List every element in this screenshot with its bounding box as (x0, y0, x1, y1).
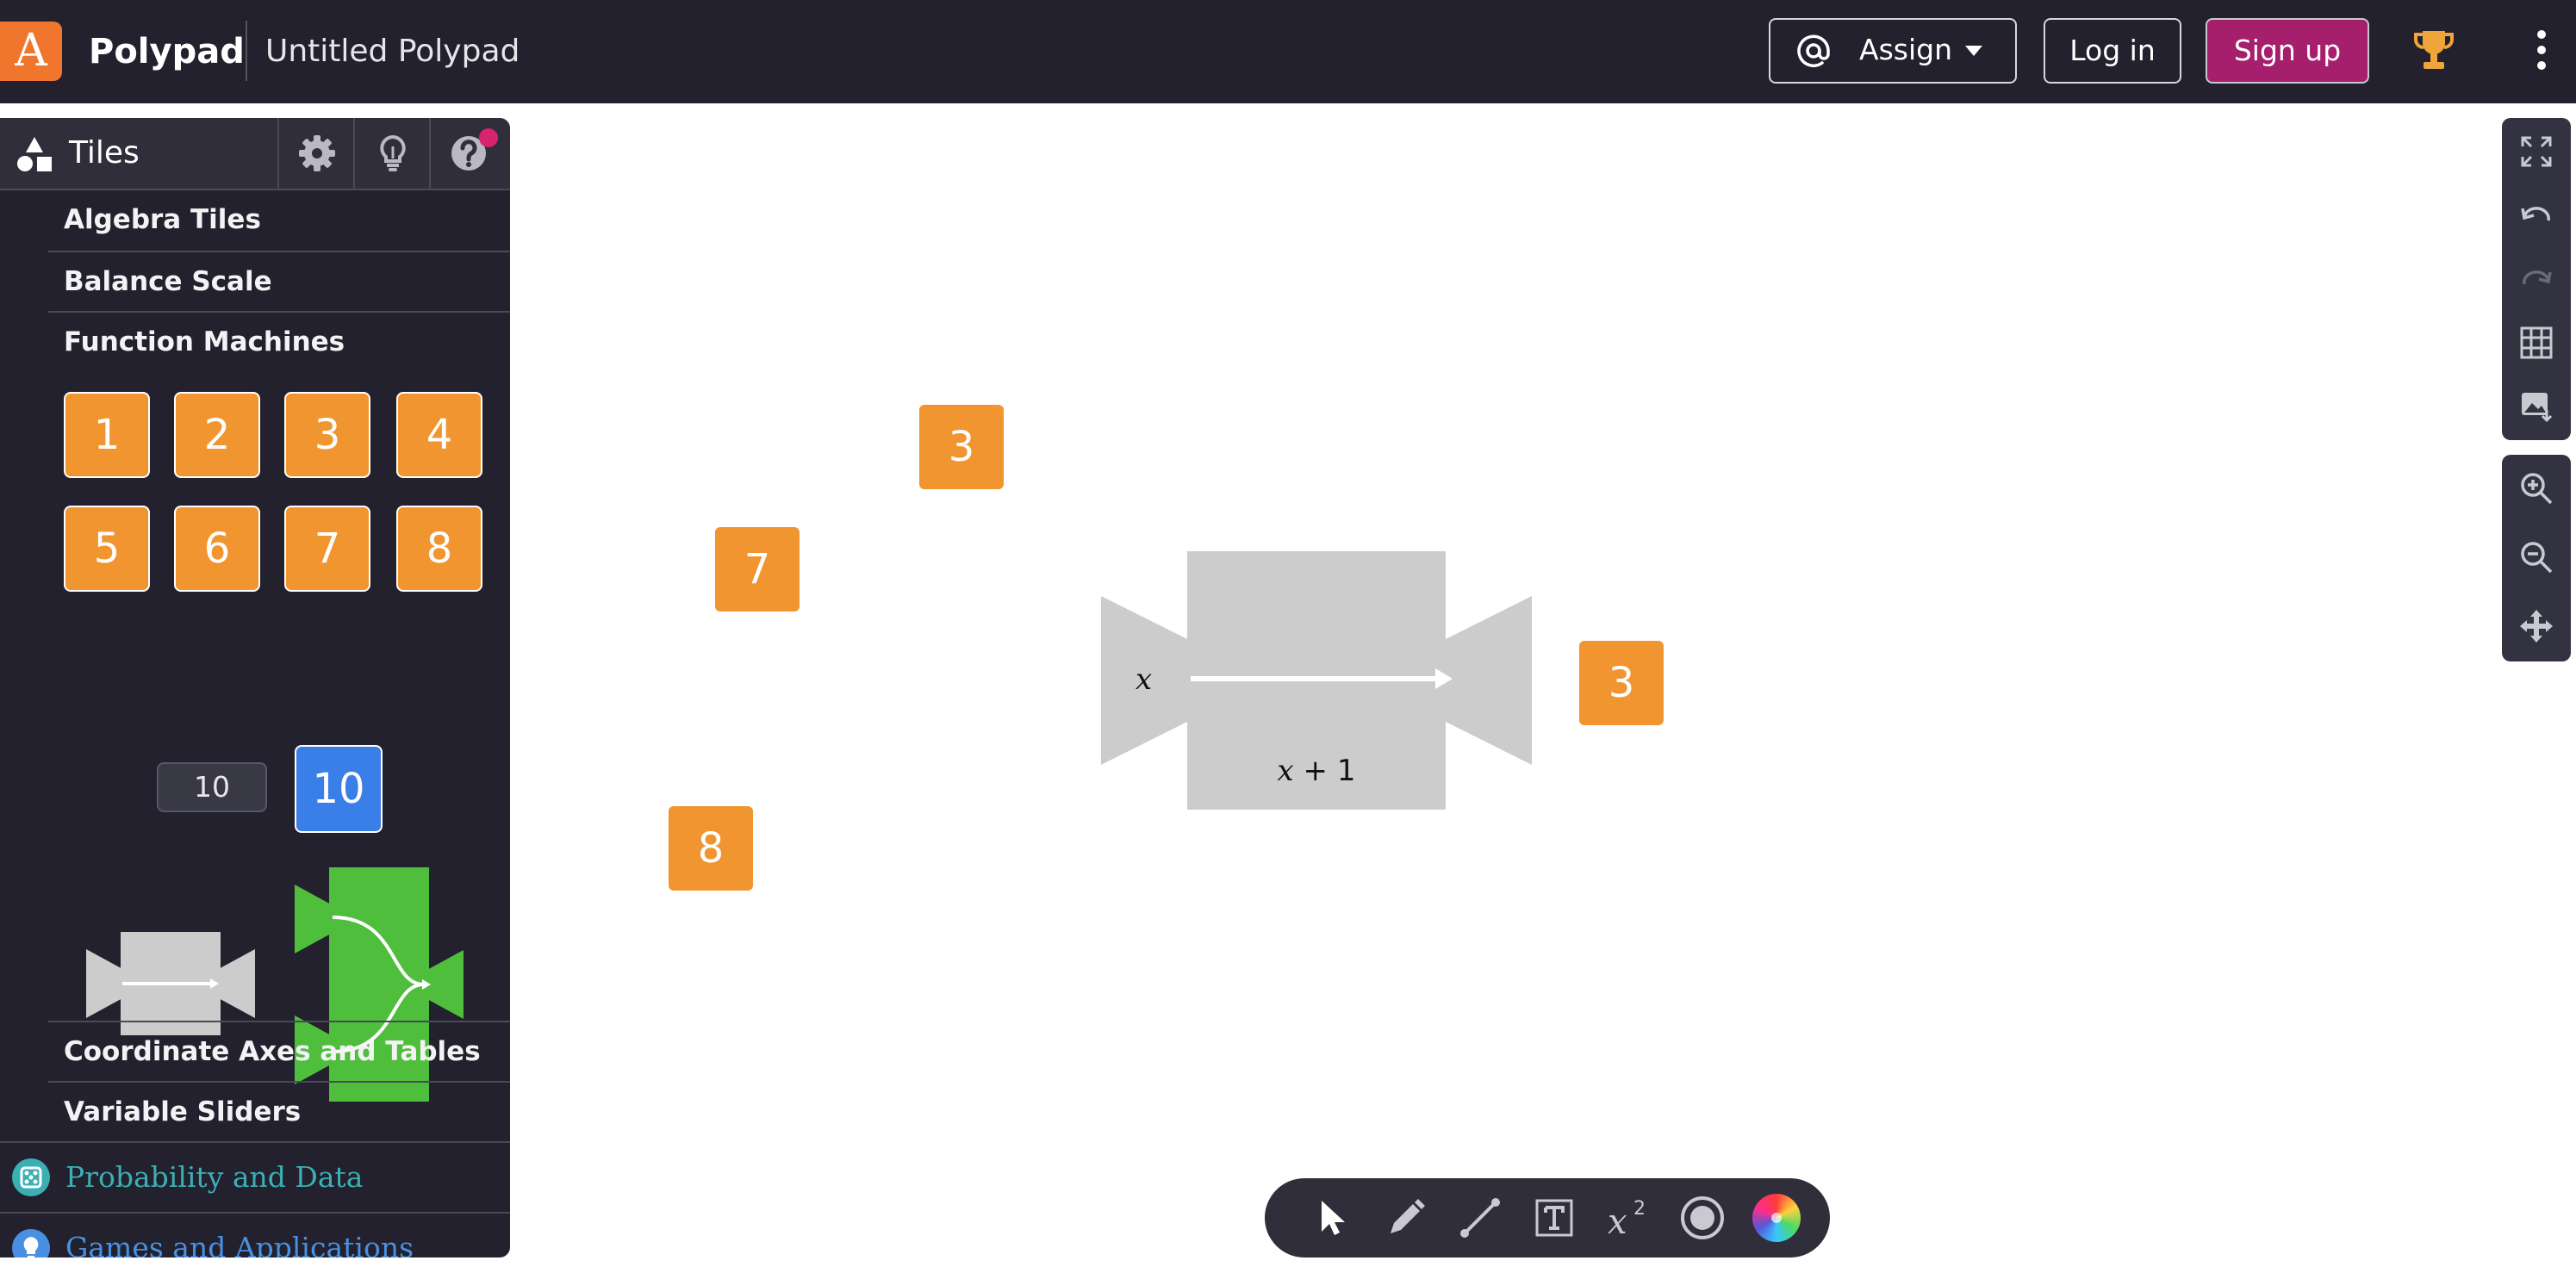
shapes-icon (17, 137, 52, 171)
category-algebra-tiles[interactable]: Algebra Tiles (48, 190, 510, 251)
canvas-number-tile[interactable]: 7 (715, 527, 800, 612)
document-title[interactable]: Untitled Polypad (265, 28, 520, 76)
lightbulb-icon (12, 1229, 50, 1257)
number-tile-8[interactable]: 8 (396, 506, 482, 592)
category-balance-scale[interactable]: Balance Scale (48, 251, 510, 311)
app-name[interactable]: Polypad (89, 28, 245, 76)
zoom-out-icon (2521, 542, 2553, 574)
custom-number-tile[interactable]: 10 (295, 745, 383, 833)
gear-icon (299, 135, 335, 171)
redo-button[interactable] (2502, 245, 2571, 313)
undo-icon (2521, 207, 2550, 221)
number-tile-6[interactable]: 6 (174, 506, 260, 592)
view-toolbar (2502, 118, 2571, 440)
number-tile-5[interactable]: 5 (64, 506, 150, 592)
number-tile-1[interactable]: 1 (64, 392, 150, 478)
notification-badge (479, 128, 498, 147)
equation-tool[interactable]: x 2 (1604, 1194, 1652, 1242)
pen-icon (1391, 1199, 1425, 1233)
dice-icon (12, 1158, 50, 1196)
color-picker-icon[interactable] (1752, 1194, 1801, 1242)
number-tile-7[interactable]: 7 (284, 506, 370, 592)
chevron-down-icon (1965, 46, 1982, 56)
hints-button[interactable] (353, 118, 429, 189)
rule-expression: + 1 (1303, 754, 1356, 788)
canvas-number-tile[interactable]: 8 (669, 806, 753, 891)
zoom-out-button[interactable] (2502, 524, 2571, 591)
signup-button[interactable]: Sign up (2206, 18, 2369, 84)
machine-output-tile[interactable]: 3 (1579, 641, 1664, 725)
top-bar: A Polypad Untitled Polypad Assign Log in… (0, 0, 2576, 103)
drawing-toolbar: x 2 (1265, 1178, 1830, 1257)
image-download-icon (2522, 393, 2553, 423)
number-tile-4[interactable]: 4 (396, 392, 482, 478)
zoom-in-button[interactable] (2502, 455, 2571, 522)
redo-icon (2523, 270, 2552, 285)
settings-button[interactable] (277, 118, 353, 189)
grid-button[interactable] (2502, 309, 2571, 376)
rule-variable: x (1277, 754, 1294, 788)
cursor-icon (1322, 1201, 1345, 1235)
color-picker-center (1771, 1213, 1782, 1223)
section-probability-and-data[interactable]: Probability and Data (0, 1141, 510, 1212)
undo-button[interactable] (2502, 182, 2571, 249)
zoom-toolbar (2502, 455, 2571, 661)
polypad-logo[interactable]: A (0, 22, 62, 81)
line-icon (1460, 1198, 1500, 1238)
category-variable-sliders[interactable]: Variable Sliders (48, 1081, 510, 1141)
header-divider (246, 21, 247, 81)
assign-button[interactable]: Assign (1769, 18, 2017, 84)
at-sign-icon (1797, 34, 1830, 67)
category-function-machines[interactable]: Function Machines (48, 311, 510, 371)
section-label: Games and Applications (65, 1231, 414, 1257)
panel-title[interactable]: Tiles (69, 129, 140, 177)
zoom-in-icon (2521, 473, 2553, 505)
text-tool[interactable] (1530, 1194, 1578, 1242)
section-label: Probability and Data (65, 1160, 364, 1194)
custom-number-input[interactable]: 10 (157, 762, 267, 812)
pan-button[interactable] (2502, 593, 2571, 660)
expand-icon (2521, 136, 2552, 167)
line-tool[interactable] (1456, 1194, 1504, 1242)
svg-text:2: 2 (1633, 1198, 1646, 1220)
superscript-icon: x 2 (1608, 1198, 1646, 1242)
export-image-button[interactable] (2502, 373, 2571, 440)
pen-tool[interactable] (1382, 1194, 1430, 1242)
record-circle-icon (1681, 1196, 1724, 1239)
assign-label: Assign (1859, 33, 1952, 66)
trophy-icon[interactable] (2412, 28, 2455, 72)
section-games-and-applications[interactable]: Games and Applications (0, 1212, 510, 1257)
number-tile-3[interactable]: 3 (284, 392, 370, 478)
category-coordinate-axes[interactable]: Coordinate Axes and Tables (48, 1021, 510, 1081)
panel-header: Tiles (0, 118, 510, 190)
number-tile-2[interactable]: 2 (174, 392, 260, 478)
login-button[interactable]: Log in (2044, 18, 2181, 84)
tiles-panel: Tiles Algebra Tiles Balance Scale Functi… (0, 118, 510, 1257)
machine-input-variable: x (1136, 662, 1153, 697)
select-tool[interactable] (1308, 1194, 1356, 1242)
svg-text:x: x (1608, 1202, 1627, 1242)
function-machine-palette-item[interactable] (86, 932, 255, 1035)
more-menu-icon[interactable] (2531, 28, 2552, 72)
text-icon (1535, 1199, 1573, 1237)
grid-icon (2520, 326, 2553, 359)
help-button[interactable] (429, 118, 505, 189)
canvas-number-tile[interactable]: 3 (919, 405, 1004, 489)
fullscreen-button[interactable] (2502, 118, 2571, 185)
move-icon (2520, 610, 2553, 643)
machine-rule[interactable]: x + 1 (1273, 749, 1360, 792)
stroke-width-tool[interactable] (1678, 1194, 1727, 1242)
lightbulb-icon (380, 134, 406, 171)
